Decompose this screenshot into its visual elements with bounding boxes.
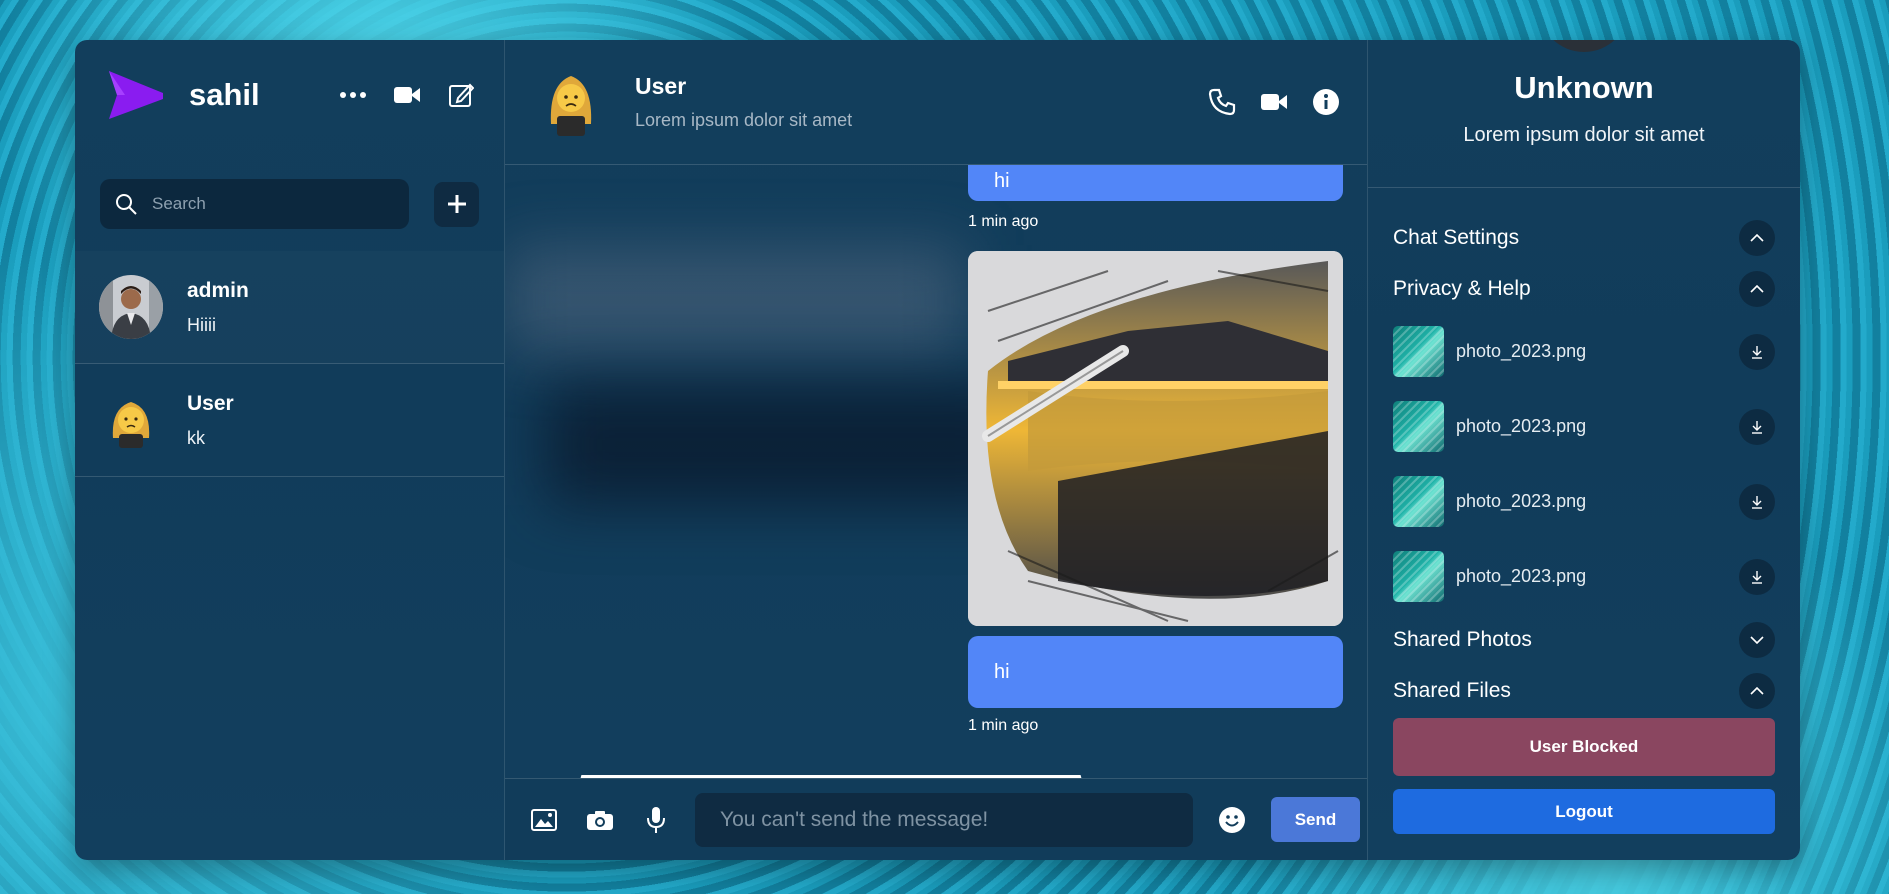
shared-file-item: photo_2023.png xyxy=(1368,464,1800,539)
chat-list-item[interactable]: admin Hiiii xyxy=(75,251,504,364)
chat-name: admin xyxy=(187,278,249,302)
download-icon[interactable] xyxy=(1739,333,1775,370)
search-input[interactable] xyxy=(152,194,392,214)
microphone-icon[interactable] xyxy=(641,805,671,835)
section-shared-files[interactable]: Shared Files xyxy=(1368,665,1800,716)
send-button[interactable]: Send xyxy=(1271,797,1360,842)
file-thumbnail xyxy=(1393,326,1444,377)
shared-file-item: photo_2023.png xyxy=(1368,314,1800,389)
message-list: hi 1 min ago hi 1 min ago xyxy=(505,165,1367,780)
file-name: photo_2023.png xyxy=(1456,341,1587,361)
details-panel: Unknown Lorem ipsum dolor sit amet Chat … xyxy=(1368,40,1800,860)
more-options-icon[interactable] xyxy=(338,80,368,110)
contact-name: User xyxy=(635,73,687,99)
user-name: sahil xyxy=(189,77,260,112)
shared-file-item: photo_2023.png xyxy=(1368,539,1800,614)
contact-avatar xyxy=(541,66,601,138)
message-image[interactable] xyxy=(968,251,1343,626)
download-icon[interactable] xyxy=(1739,408,1775,445)
chevron-up-icon[interactable] xyxy=(1739,219,1775,256)
file-thumbnail xyxy=(1393,401,1444,452)
download-icon[interactable] xyxy=(1739,483,1775,520)
chat-list-item[interactable]: User kk xyxy=(75,364,504,477)
avatar xyxy=(99,388,163,452)
section-privacy-help[interactable]: Privacy & Help xyxy=(1368,263,1800,314)
chat-app-window: sahil Search admin Hiiii User kk User Lo… xyxy=(75,40,1800,860)
file-name: photo_2023.png xyxy=(1456,566,1587,586)
brand-logo-icon xyxy=(109,71,163,119)
message-bubble: hi xyxy=(968,636,1343,708)
shared-file-item: photo_2023.png xyxy=(1368,389,1800,464)
message-time: 1 min ago xyxy=(968,717,1039,734)
message-bubble: hi xyxy=(968,165,1343,201)
chat-name: User xyxy=(187,391,234,415)
section-chat-settings[interactable]: Chat Settings xyxy=(1368,212,1800,263)
sidebar-header: sahil xyxy=(75,40,504,150)
phone-icon[interactable] xyxy=(1207,87,1237,117)
file-thumbnail xyxy=(1393,551,1444,602)
chat-last-message: Hiiii xyxy=(187,314,216,335)
message-input[interactable] xyxy=(720,807,1180,832)
compose-icon[interactable] xyxy=(446,80,476,110)
user-blocked-button[interactable]: User Blocked xyxy=(1393,718,1775,776)
profile-header: Unknown Lorem ipsum dolor sit amet xyxy=(1368,40,1800,188)
add-chat-button[interactable] xyxy=(434,181,479,227)
section-title: Privacy & Help xyxy=(1393,276,1531,300)
sidebar: sahil Search admin Hiiii User kk xyxy=(75,40,505,860)
chevron-down-icon[interactable] xyxy=(1739,621,1775,658)
message-text: hi xyxy=(994,169,1010,192)
profile-status: Lorem ipsum dolor sit amet xyxy=(1463,124,1705,146)
contact-status: Lorem ipsum dolor sit amet xyxy=(635,110,853,130)
chevron-up-icon[interactable] xyxy=(1739,672,1775,709)
logout-button[interactable]: Logout xyxy=(1393,789,1775,834)
file-name: photo_2023.png xyxy=(1456,491,1587,511)
message-composer: Send xyxy=(505,778,1367,860)
image-upload-icon[interactable] xyxy=(529,805,559,835)
message-time: 1 min ago xyxy=(968,213,1039,230)
search-icon xyxy=(116,194,137,215)
emoji-icon[interactable] xyxy=(1217,805,1247,835)
message-text: hi xyxy=(994,660,1010,683)
message-field xyxy=(695,792,1193,847)
video-call-icon[interactable] xyxy=(1259,87,1289,117)
file-thumbnail xyxy=(1393,476,1444,527)
download-icon[interactable] xyxy=(1739,558,1775,595)
camera-icon[interactable] xyxy=(585,805,615,835)
plus-icon xyxy=(447,195,466,213)
chat-list: admin Hiiii User kk xyxy=(75,251,504,477)
video-call-icon[interactable] xyxy=(392,80,422,110)
file-name: photo_2023.png xyxy=(1456,416,1587,436)
section-shared-photos[interactable]: Shared Photos xyxy=(1368,614,1800,665)
chat-header: User Lorem ipsum dolor sit amet xyxy=(505,40,1367,165)
chevron-up-icon[interactable] xyxy=(1739,270,1775,307)
avatar xyxy=(99,275,163,339)
section-title: Shared Files xyxy=(1393,678,1511,702)
chat-panel: User Lorem ipsum dolor sit amet hi 1 min… xyxy=(505,40,1368,860)
section-title: Chat Settings xyxy=(1393,225,1520,249)
info-icon[interactable] xyxy=(1311,87,1341,117)
section-title: Shared Photos xyxy=(1393,627,1532,651)
chat-last-message: kk xyxy=(187,427,205,448)
search-box xyxy=(100,179,410,229)
